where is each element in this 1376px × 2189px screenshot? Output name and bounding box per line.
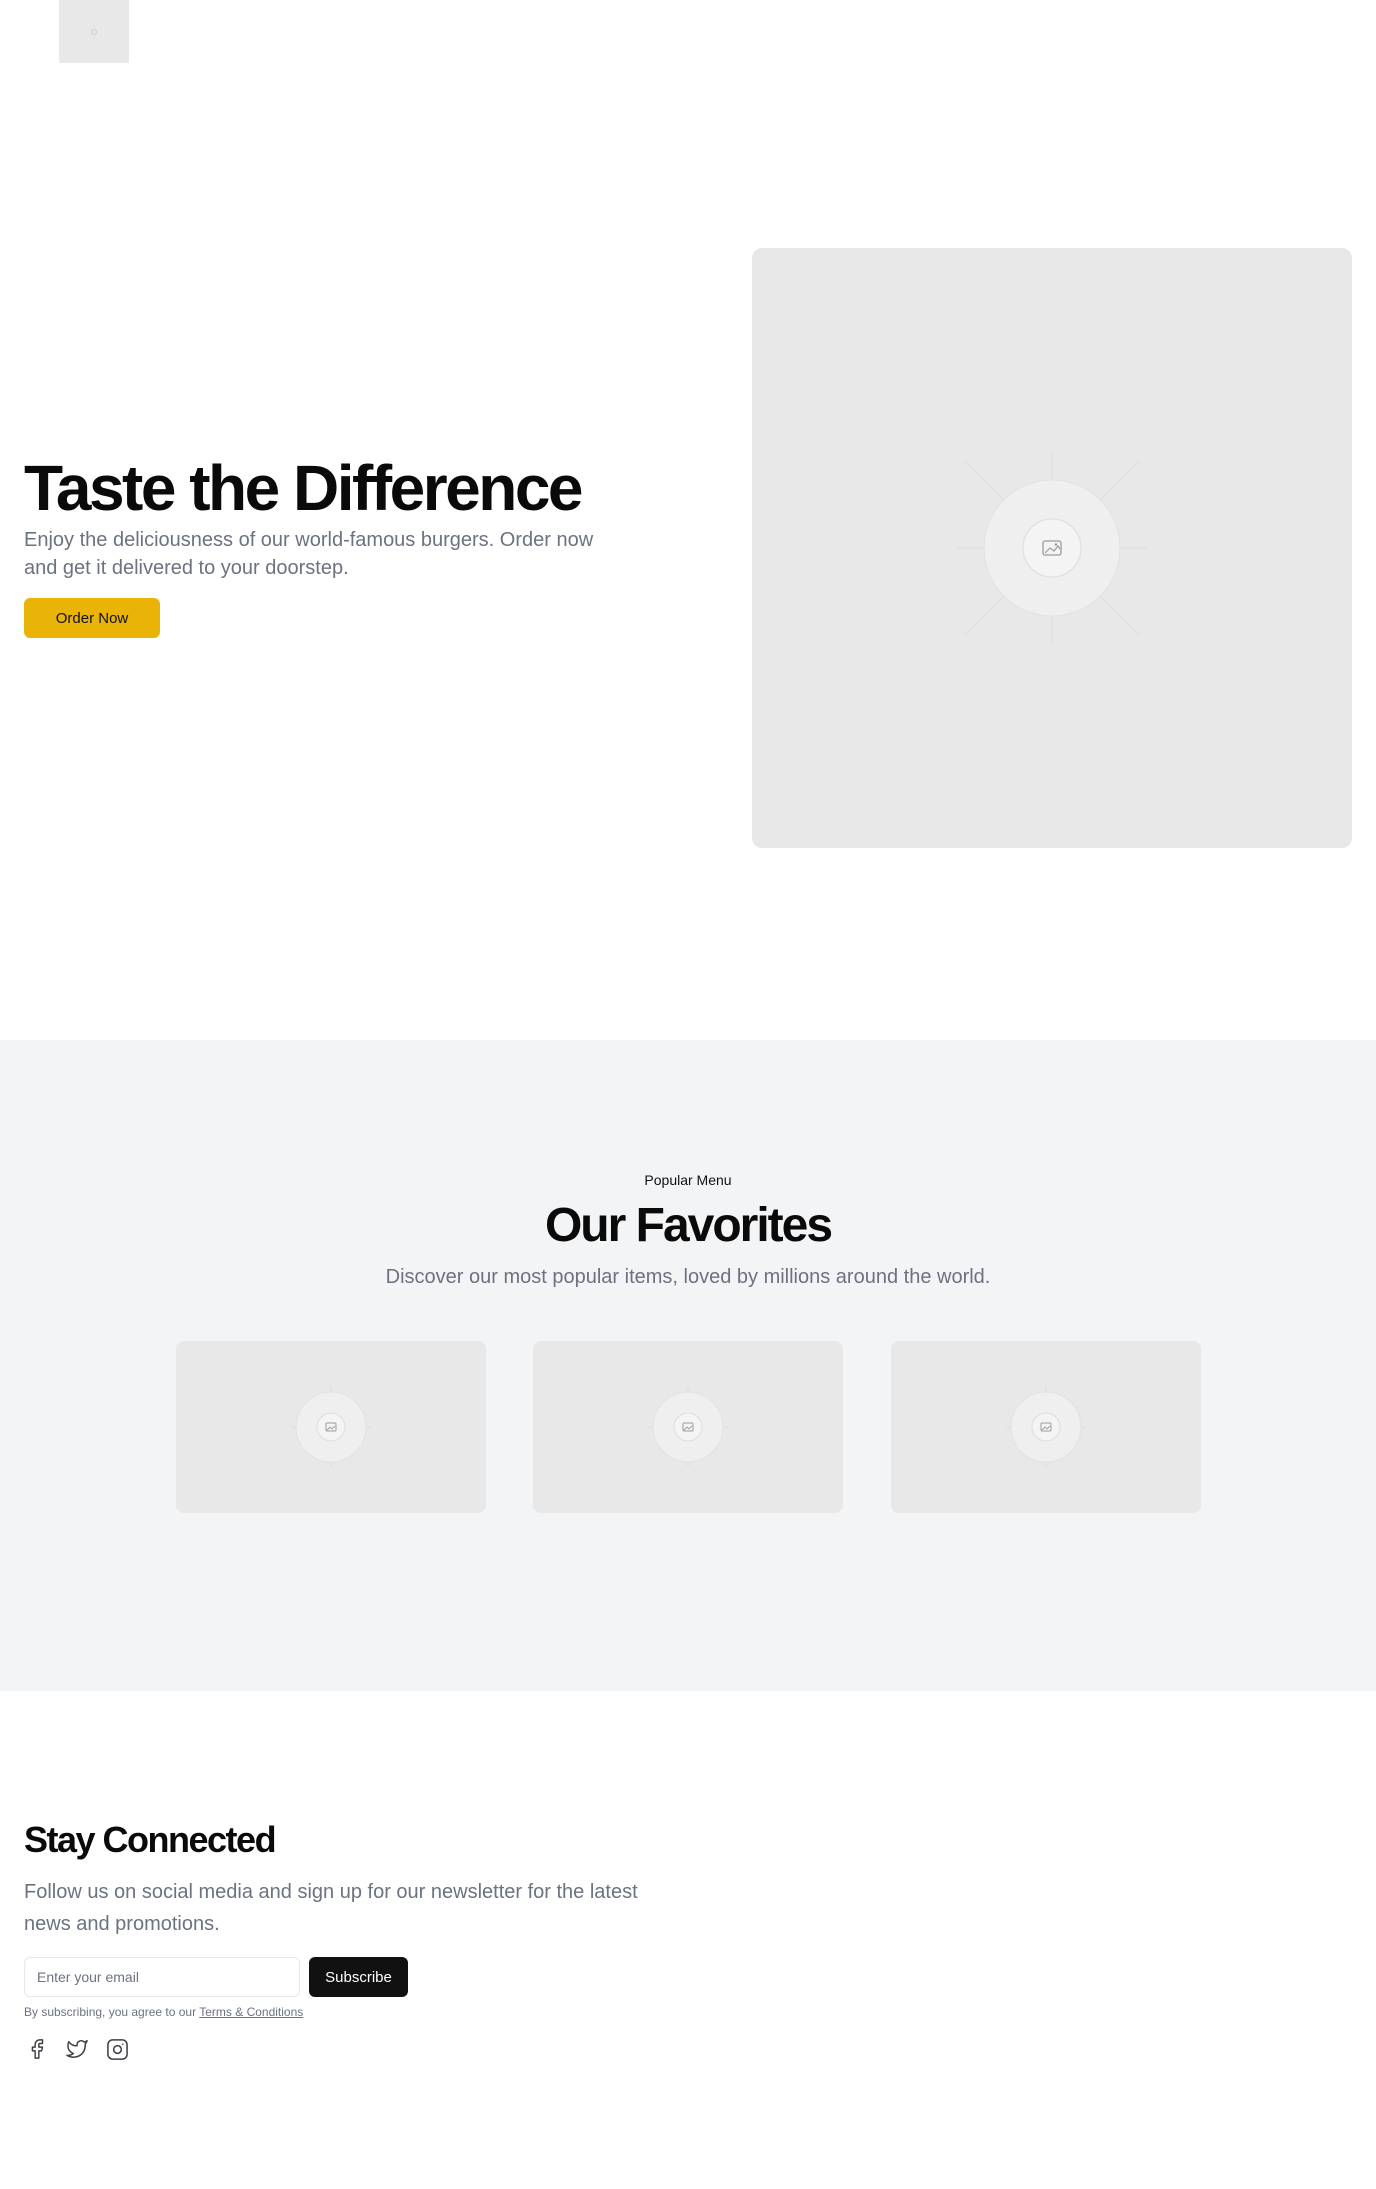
favorites-section: Popular Menu Our Favorites Discover our … (0, 1040, 1376, 1691)
newsletter-title: Stay Connected (24, 1819, 277, 1860)
menu-card[interactable] (533, 1341, 843, 1513)
logo-placeholder-icon (91, 28, 97, 35)
hero-title: Taste the Difference (24, 452, 584, 524)
image-placeholder-icon (957, 453, 1147, 643)
hero-image (752, 248, 1352, 848)
terms-link[interactable]: Terms & Conditions (199, 2005, 303, 2019)
favorites-title: Our Favorites (544, 1199, 833, 1252)
hero-description: Enjoy the deliciousness of our world-fam… (24, 529, 594, 579)
terms-prefix: By subscribing, you agree to our (24, 2005, 197, 2019)
email-input[interactable] (24, 1957, 300, 1997)
newsletter-description: Follow us on social media and sign up fo… (24, 1881, 638, 1935)
terms-notice: By subscribing, you agree to our Terms &… (24, 2004, 303, 2020)
image-placeholder-icon (291, 1387, 371, 1467)
menu-card[interactable] (176, 1341, 486, 1513)
image-placeholder-icon (1006, 1387, 1086, 1467)
instagram-icon[interactable] (104, 2036, 130, 2062)
facebook-icon[interactable] (24, 2036, 50, 2062)
subscribe-button[interactable]: Subscribe (309, 1957, 408, 1997)
image-placeholder-icon (648, 1387, 728, 1467)
favorites-description: Discover our most popular items, loved b… (385, 1266, 991, 1288)
favorites-eyebrow: Popular Menu (644, 1172, 732, 1188)
twitter-icon[interactable] (64, 2036, 90, 2062)
order-now-button[interactable]: Order Now (24, 598, 160, 638)
logo[interactable] (59, 0, 129, 63)
menu-card[interactable] (891, 1341, 1201, 1513)
social-links (24, 2036, 130, 2062)
